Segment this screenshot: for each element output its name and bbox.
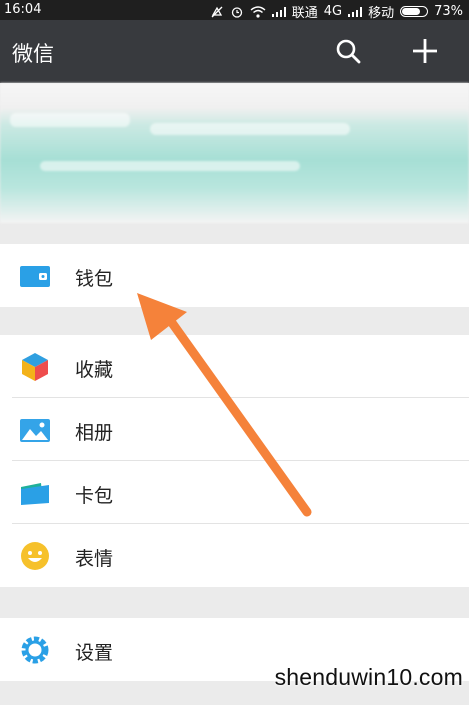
search-button[interactable] — [333, 36, 363, 66]
profile-blur-1 — [10, 113, 130, 127]
plus-icon — [413, 39, 437, 63]
menu-label-wallet: 钱包 — [75, 268, 114, 290]
profile-blur-2 — [150, 123, 350, 135]
menu-label-album: 相册 — [75, 422, 114, 444]
carrier-2: 移动 — [368, 6, 395, 21]
menu-group-content: 收藏 相册 卡包 表情 — [0, 335, 469, 587]
menu-label-sticker: 表情 — [75, 548, 114, 570]
app-title: 微信 — [12, 42, 54, 66]
wifi-icon — [250, 5, 266, 18]
profile-card[interactable] — [0, 83, 469, 223]
menu-item-album[interactable]: 相册 — [0, 398, 469, 461]
network-type: 4G — [323, 4, 343, 19]
photo-icon — [20, 419, 50, 442]
watermark: shenduwin10.com — [274, 664, 463, 690]
status-time: 16:04 — [4, 2, 42, 17]
gear-icon — [21, 636, 49, 664]
menu-item-sticker[interactable]: 表情 — [0, 524, 469, 587]
status-icons: 联通 4G 移动 73% — [210, 2, 463, 21]
menu-item-favorites[interactable]: 收藏 — [0, 335, 469, 398]
menu-label-card: 卡包 — [75, 485, 114, 507]
wallet-icon — [20, 266, 50, 287]
menu-item-card[interactable]: 卡包 — [0, 461, 469, 524]
status-bar: 16:04 联通 4G 移动 73% — [0, 0, 469, 21]
alarm-icon — [231, 6, 242, 18]
signal-icon — [271, 6, 286, 17]
app-bar: 微信 — [0, 20, 469, 83]
battery-fill — [402, 8, 420, 15]
cube-icon — [22, 353, 48, 381]
menu-item-wallet[interactable]: 钱包 — [0, 244, 469, 307]
signal-icon-2 — [348, 6, 363, 17]
menu-group-wallet: 钱包 — [0, 244, 469, 307]
battery-icon — [400, 6, 429, 17]
menu-label-settings: 设置 — [75, 642, 114, 664]
menu-label-favorites: 收藏 — [75, 359, 114, 381]
mute-icon — [211, 6, 223, 17]
carrier-1: 联通 — [291, 6, 318, 21]
profile-blur-3 — [40, 161, 300, 171]
smiley-icon — [21, 542, 49, 570]
card-icon — [21, 483, 49, 505]
add-button[interactable] — [410, 36, 440, 66]
battery-percent: 73% — [434, 4, 463, 19]
search-icon — [336, 39, 361, 64]
